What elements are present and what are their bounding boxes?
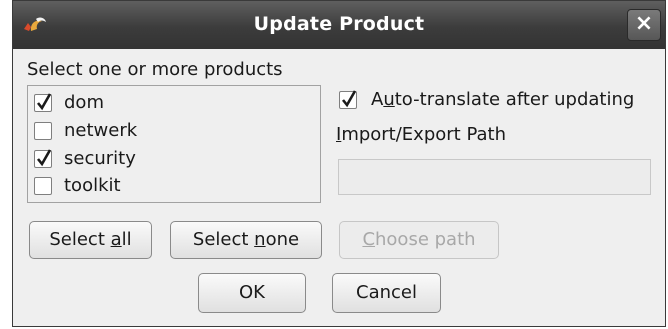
ok-button[interactable]: OK bbox=[198, 273, 306, 313]
import-export-path-field[interactable] bbox=[338, 159, 651, 195]
product-label: dom bbox=[64, 92, 104, 113]
product-checkbox-dom[interactable] bbox=[34, 93, 52, 112]
dialog-title: Update Product bbox=[253, 13, 425, 35]
select-none-button[interactable]: Select none bbox=[170, 221, 322, 259]
product-checkbox-security[interactable] bbox=[34, 149, 52, 168]
checkmark-icon bbox=[36, 149, 52, 167]
auto-translate-checkbox[interactable] bbox=[339, 90, 357, 109]
update-product-dialog: Update Product × Select one or more prod… bbox=[12, 0, 666, 327]
title-bar[interactable]: Update Product × bbox=[13, 1, 665, 49]
checkmark-icon bbox=[341, 90, 357, 108]
product-label: netwerk bbox=[64, 120, 138, 141]
close-button[interactable]: × bbox=[627, 9, 661, 41]
import-export-path-label: Import/Export Path bbox=[336, 124, 506, 145]
product-label: toolkit bbox=[64, 175, 121, 196]
products-prompt-label: Select one or more products bbox=[27, 59, 283, 80]
choose-path-button[interactable]: Choose path bbox=[339, 221, 499, 259]
product-checkbox-netwerk[interactable] bbox=[34, 122, 52, 140]
product-checkbox-toolkit[interactable] bbox=[34, 177, 52, 195]
checkmark-icon bbox=[36, 93, 52, 111]
products-list: dom netwerk security toolkit bbox=[27, 85, 321, 203]
auto-translate-label: Auto-translate after updating bbox=[371, 89, 635, 110]
select-all-button[interactable]: Select all bbox=[29, 221, 152, 259]
cancel-button[interactable]: Cancel bbox=[332, 273, 441, 313]
product-label: security bbox=[64, 148, 136, 169]
close-icon: × bbox=[634, 11, 654, 36]
